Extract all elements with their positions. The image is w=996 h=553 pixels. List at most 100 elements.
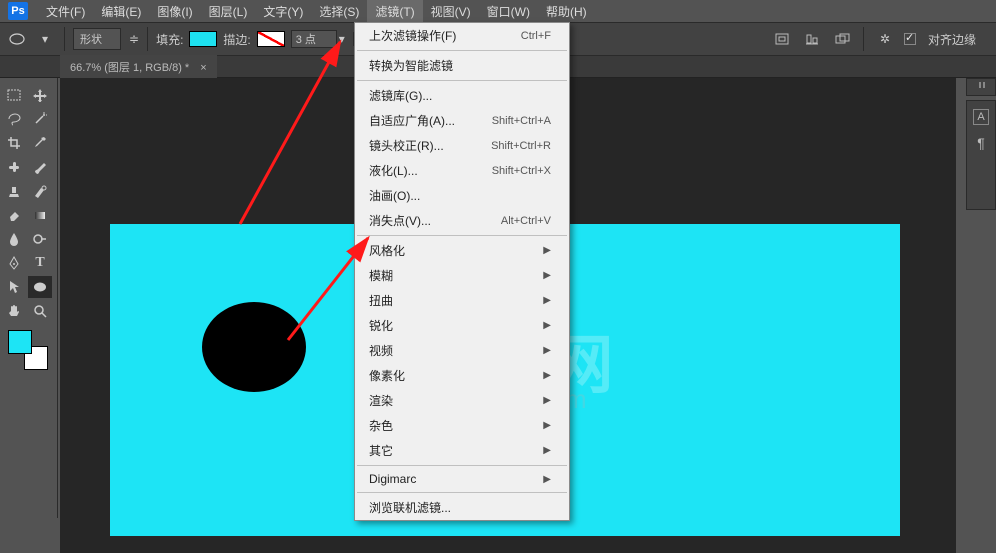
- eyedropper-tool-icon[interactable]: [28, 132, 52, 154]
- arrange-icon[interactable]: [831, 30, 853, 48]
- menu-item-label: 液化(L)...: [369, 162, 418, 179]
- dropdown-arrow-icon[interactable]: ≑: [129, 32, 139, 46]
- stroke-width-input[interactable]: [291, 30, 337, 48]
- submenu-arrow-icon: ▶: [543, 370, 551, 381]
- menu-item-label: 浏览联机滤镜...: [369, 499, 451, 516]
- blur-tool-icon[interactable]: [2, 228, 26, 250]
- path-selection-tool-icon[interactable]: [2, 276, 26, 298]
- menu-item[interactable]: 视频▶: [355, 338, 569, 363]
- healing-brush-tool-icon[interactable]: [2, 156, 26, 178]
- pen-tool-icon[interactable]: [2, 252, 26, 274]
- menu-item-9[interactable]: 帮助(H): [538, 0, 595, 23]
- menu-item-4[interactable]: 文字(Y): [255, 0, 311, 23]
- crop-tool-icon[interactable]: [2, 132, 26, 154]
- document-tab[interactable]: 66.7% (图层 1, RGB/8) * ×: [60, 55, 217, 79]
- paragraph-panel-icon[interactable]: ¶: [977, 135, 985, 151]
- menu-item-label: 扭曲: [369, 292, 393, 309]
- close-icon[interactable]: ×: [200, 62, 206, 74]
- menu-separator: [357, 80, 567, 81]
- menu-item-label: 滤镜库(G)...: [369, 87, 432, 104]
- menu-item-label: 其它: [369, 442, 393, 459]
- dropdown-arrow-icon[interactable]: ▾: [34, 30, 56, 48]
- move-tool-icon[interactable]: [28, 84, 52, 106]
- character-panel-icon[interactable]: A: [973, 109, 988, 125]
- menu-item[interactable]: 其它 ▶: [355, 438, 569, 463]
- menu-item[interactable]: 渲染▶: [355, 388, 569, 413]
- menu-item-0[interactable]: 文件(F): [38, 0, 93, 23]
- align-edges-label: 对齐边缘: [928, 31, 976, 48]
- eraser-tool-icon[interactable]: [2, 204, 26, 226]
- magic-wand-tool-icon[interactable]: [28, 108, 52, 130]
- ellipse-tool-icon: [6, 30, 28, 48]
- menu-item-7[interactable]: 视图(V): [423, 0, 479, 23]
- menu-item[interactable]: 液化(L)... Shift+Ctrl+X: [355, 158, 569, 183]
- menu-item-shortcut: Shift+Ctrl+A: [492, 115, 551, 127]
- menu-item[interactable]: 上次滤镜操作(F)Ctrl+F: [355, 23, 569, 48]
- menu-item-label: 消失点(V)...: [369, 212, 431, 229]
- menu-item[interactable]: 锐化▶: [355, 313, 569, 338]
- path-align-icon[interactable]: [771, 30, 793, 48]
- dodge-tool-icon[interactable]: [28, 228, 52, 250]
- menu-item[interactable]: 油画(O)...: [355, 183, 569, 208]
- menu-item-1[interactable]: 编辑(E): [93, 0, 149, 23]
- menu-item[interactable]: 镜头校正(R)...Shift+Ctrl+R: [355, 133, 569, 158]
- submenu-arrow-icon: ▶: [543, 245, 551, 256]
- submenu-arrow-icon: ▶: [543, 270, 551, 281]
- history-brush-tool-icon[interactable]: [28, 180, 52, 202]
- menu-item-shortcut: Alt+Ctrl+V: [501, 215, 551, 227]
- submenu-arrow-icon: ▶: [543, 445, 551, 456]
- menu-item-8[interactable]: 窗口(W): [479, 0, 538, 23]
- collapse-handle-icon[interactable]: [974, 82, 990, 92]
- gear-icon[interactable]: ✲: [874, 30, 896, 48]
- zoom-tool-icon[interactable]: [28, 300, 52, 322]
- menu-item[interactable]: 扭曲▶: [355, 288, 569, 313]
- separator: [147, 27, 148, 51]
- color-swatches[interactable]: [8, 330, 48, 370]
- separator: [64, 27, 65, 51]
- menu-item[interactable]: 消失点(V)... Alt+Ctrl+V: [355, 208, 569, 233]
- menu-item-label: 风格化: [369, 242, 405, 259]
- hand-tool-icon[interactable]: [2, 300, 26, 322]
- dropdown-arrow-icon[interactable]: ▾: [339, 32, 345, 46]
- menubar: Ps 文件(F)编辑(E)图像(I)图层(L)文字(Y)选择(S)滤镜(T)视图…: [0, 0, 996, 22]
- menu-item[interactable]: 自适应广角(A)...Shift+Ctrl+A: [355, 108, 569, 133]
- menu-item-label: 镜头校正(R)...: [369, 137, 444, 154]
- marquee-tool-icon[interactable]: [2, 84, 26, 106]
- menu-item[interactable]: 滤镜库(G)...: [355, 83, 569, 108]
- menu-item[interactable]: 模糊▶: [355, 263, 569, 288]
- menu-item-6[interactable]: 滤镜(T): [367, 0, 422, 23]
- menu-item-shortcut: Shift+Ctrl+X: [492, 165, 551, 177]
- submenu-arrow-icon: ▶: [543, 320, 551, 331]
- menu-separator: [357, 465, 567, 466]
- shape-mode-select[interactable]: 形状: [73, 28, 121, 50]
- menu-item-label: 视频: [369, 342, 393, 359]
- menu-item[interactable]: 转换为智能滤镜: [355, 53, 569, 78]
- menu-item-label: 渲染: [369, 392, 393, 409]
- menu-separator: [357, 492, 567, 493]
- ellipse-shape-layer[interactable]: [202, 302, 306, 392]
- menu-item[interactable]: 风格化 ▶: [355, 238, 569, 263]
- lasso-tool-icon[interactable]: [2, 108, 26, 130]
- tab-title: 66.7% (图层 1, RGB/8) *: [70, 62, 189, 74]
- menu-item[interactable]: 浏览联机滤镜...: [355, 495, 569, 520]
- menu-item[interactable]: Digimarc▶: [355, 468, 569, 490]
- type-tool-icon[interactable]: T: [28, 252, 52, 274]
- brush-tool-icon[interactable]: [28, 156, 52, 178]
- align-edges-checkbox[interactable]: [904, 33, 916, 45]
- fill-swatch[interactable]: [189, 31, 217, 47]
- align-icon[interactable]: [801, 30, 823, 48]
- submenu-arrow-icon: ▶: [543, 420, 551, 431]
- foreground-color-swatch[interactable]: [8, 330, 32, 354]
- menu-item-label: 转换为智能滤镜: [369, 57, 453, 74]
- stroke-swatch[interactable]: [257, 31, 285, 47]
- ellipse-shape-tool-icon[interactable]: [28, 276, 52, 298]
- gradient-tool-icon[interactable]: [28, 204, 52, 226]
- menu-item[interactable]: 像素化 ▶: [355, 363, 569, 388]
- menu-item-3[interactable]: 图层(L): [201, 0, 256, 23]
- menu-item-2[interactable]: 图像(I): [149, 0, 200, 23]
- menu-item-label: 像素化: [369, 367, 405, 384]
- fill-label: 填充:: [156, 31, 183, 48]
- menu-item-5[interactable]: 选择(S): [311, 0, 367, 23]
- menu-item[interactable]: 杂色▶: [355, 413, 569, 438]
- clone-stamp-tool-icon[interactable]: [2, 180, 26, 202]
